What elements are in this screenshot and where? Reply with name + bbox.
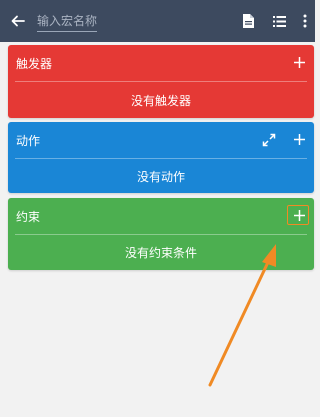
annotation-arrow (208, 244, 276, 387)
